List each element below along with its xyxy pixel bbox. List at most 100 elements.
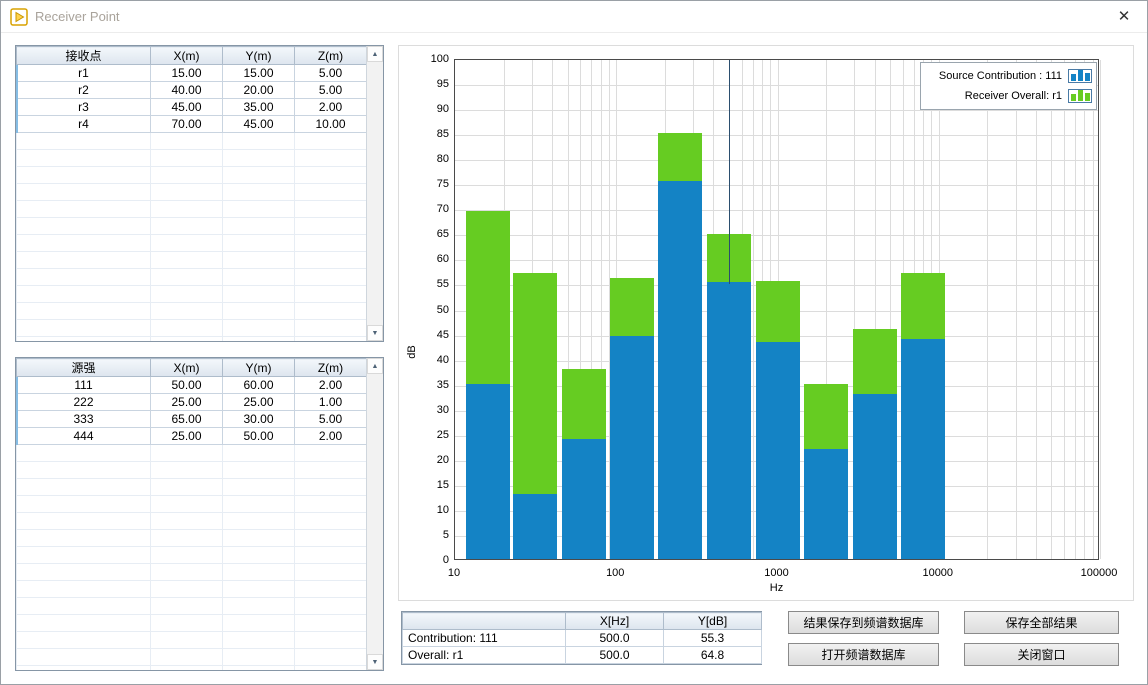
table-cell[interactable]: 333 <box>17 411 151 428</box>
table-cell[interactable]: 5.00 <box>295 411 367 428</box>
table-cell[interactable]: 5.00 <box>295 82 367 99</box>
table-cell[interactable]: 2.00 <box>295 377 367 394</box>
empty-cell <box>223 513 295 530</box>
table-cell[interactable]: r3 <box>17 99 151 116</box>
empty-cell <box>17 496 151 513</box>
table-cell[interactable]: 25.00 <box>223 394 295 411</box>
y-tick-label: 40 <box>415 354 449 366</box>
table-cell[interactable]: 45.00 <box>223 116 295 133</box>
empty-cell <box>17 133 151 150</box>
table-cell[interactable]: 5.00 <box>295 65 367 82</box>
plot-area[interactable] <box>454 59 1099 560</box>
receiver-table: 接收点X(m)Y(m)Z(m)r115.0015.005.00r240.0020… <box>16 46 366 341</box>
gridline <box>1064 60 1065 559</box>
table-cell[interactable]: 45.00 <box>151 99 223 116</box>
table-cell[interactable]: r1 <box>17 65 151 82</box>
table-cell[interactable]: 111 <box>17 377 151 394</box>
plot-style-icon[interactable] <box>1068 69 1092 83</box>
bar-contribution-250[interactable] <box>658 181 702 559</box>
bar-contribution-16[interactable] <box>466 384 510 559</box>
empty-cell <box>223 530 295 547</box>
empty-table-row <box>17 269 367 286</box>
table-cell[interactable]: 40.00 <box>151 82 223 99</box>
bar-contribution-63[interactable] <box>562 439 606 559</box>
empty-cell <box>17 201 151 218</box>
table-row: r470.0045.0010.00 <box>17 116 367 133</box>
empty-cell <box>17 581 151 598</box>
gridline <box>1036 60 1037 559</box>
empty-cell <box>223 581 295 598</box>
empty-cell <box>17 462 151 479</box>
bar-contribution-31.5[interactable] <box>513 494 557 559</box>
scroll-up-icon[interactable]: ▲ <box>367 46 383 62</box>
empty-cell <box>17 184 151 201</box>
table-cell[interactable]: 2.00 <box>295 428 367 445</box>
empty-cell <box>17 252 151 269</box>
empty-table-row <box>17 632 367 649</box>
column-header: Y(m) <box>223 359 295 377</box>
table-cell[interactable]: 35.00 <box>223 99 295 116</box>
table-cell[interactable]: 25.00 <box>151 428 223 445</box>
table-cell: Overall: r1 <box>403 647 566 664</box>
close-icon[interactable]: ✕ <box>1115 8 1133 26</box>
bar-contribution-2000[interactable] <box>804 449 848 559</box>
table-cell[interactable]: 2.00 <box>295 99 367 116</box>
scroll-down-icon[interactable]: ▼ <box>367 654 383 670</box>
y-tick-label: 0 <box>415 554 449 566</box>
empty-cell <box>223 445 295 462</box>
table-cell[interactable]: 25.00 <box>151 394 223 411</box>
table-cell[interactable]: 20.00 <box>223 82 295 99</box>
table-cell[interactable]: 50.00 <box>223 428 295 445</box>
y-tick-label: 20 <box>415 454 449 466</box>
plot-style-icon[interactable] <box>1068 89 1092 103</box>
bar-contribution-125[interactable] <box>610 336 654 559</box>
save-all-results-button[interactable]: 保存全部结果 <box>964 611 1119 634</box>
legend-item[interactable]: Source Contribution : 111 <box>925 66 1092 86</box>
empty-table-row <box>17 581 367 598</box>
table-cell[interactable]: 50.00 <box>151 377 223 394</box>
column-header <box>403 613 566 630</box>
bar-contribution-1000[interactable] <box>756 342 800 559</box>
table-cell[interactable]: r2 <box>17 82 151 99</box>
y-tick-label: 60 <box>415 253 449 265</box>
table-cell[interactable]: 444 <box>17 428 151 445</box>
table-row: Overall: r1500.064.8 <box>403 647 762 664</box>
bar-contribution-8000[interactable] <box>901 339 945 559</box>
table-cell[interactable]: 1.00 <box>295 394 367 411</box>
empty-cell <box>151 150 223 167</box>
close-window-button[interactable]: 关闭窗口 <box>964 643 1119 666</box>
empty-cell <box>223 337 295 342</box>
table-cell[interactable]: 65.00 <box>151 411 223 428</box>
empty-cell <box>295 133 367 150</box>
table-row: 22225.0025.001.00 <box>17 394 367 411</box>
titlebar: Receiver Point ✕ <box>1 1 1147 33</box>
table-cell[interactable]: 60.00 <box>223 377 295 394</box>
cursor-line[interactable] <box>729 60 730 284</box>
legend-item[interactable]: Receiver Overall: r1 <box>925 86 1092 106</box>
empty-cell <box>151 462 223 479</box>
empty-table-row <box>17 496 367 513</box>
table-cell[interactable]: r4 <box>17 116 151 133</box>
empty-cell <box>295 666 367 671</box>
table-cell[interactable]: 70.00 <box>151 116 223 133</box>
empty-cell <box>17 320 151 337</box>
receiver-table-scrollbar[interactable]: ▲ ▼ <box>366 46 383 341</box>
y-tick-label: 30 <box>415 404 449 416</box>
y-tick-label: 55 <box>415 278 449 290</box>
open-spectrum-db-button[interactable]: 打开频谱数据库 <box>788 643 939 666</box>
empty-cell <box>17 547 151 564</box>
table-cell[interactable]: 15.00 <box>151 65 223 82</box>
table-cell[interactable]: 30.00 <box>223 411 295 428</box>
save-to-spectrum-db-button[interactable]: 结果保存到频谱数据库 <box>788 611 939 634</box>
bar-contribution-4000[interactable] <box>853 394 897 559</box>
empty-cell <box>223 649 295 666</box>
plot-legend[interactable]: Source Contribution : 111 Receiver Overal… <box>920 62 1097 110</box>
bar-contribution-500[interactable] <box>707 282 751 559</box>
source-table-scrollbar[interactable]: ▲ ▼ <box>366 358 383 670</box>
legend-label: Source Contribution : 111 <box>939 70 1062 82</box>
scroll-up-icon[interactable]: ▲ <box>367 358 383 374</box>
table-cell[interactable]: 10.00 <box>295 116 367 133</box>
scroll-down-icon[interactable]: ▼ <box>367 325 383 341</box>
table-cell[interactable]: 15.00 <box>223 65 295 82</box>
table-cell[interactable]: 222 <box>17 394 151 411</box>
